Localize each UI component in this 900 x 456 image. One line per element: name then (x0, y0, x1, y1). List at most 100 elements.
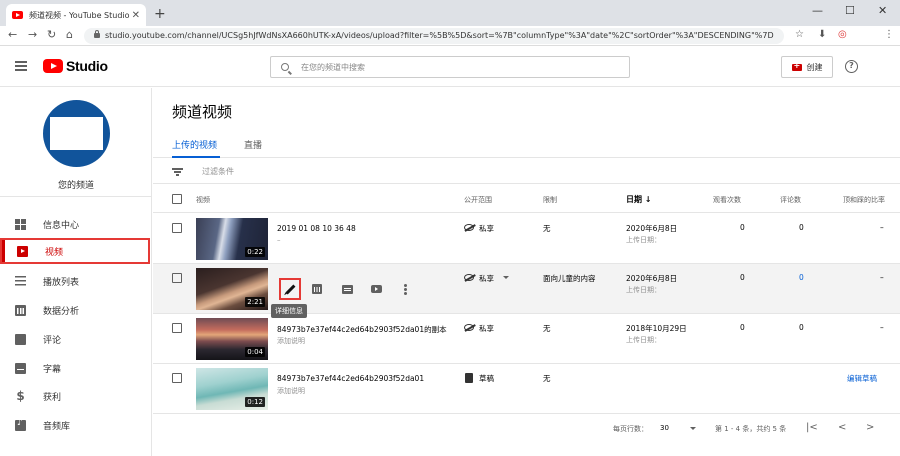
new-tab-button[interactable]: + (154, 6, 166, 22)
sidebar-item-audio-library[interactable]: 音频库 (0, 412, 150, 438)
search-input[interactable]: 在您的频道中搜索 (270, 56, 630, 78)
column-header-views[interactable]: 观看次数 (713, 195, 741, 205)
studio-header: Studio 在您的频道中搜索 创建 ? (0, 47, 900, 87)
comments-value[interactable]: 0 (799, 273, 804, 282)
video-icon (17, 245, 28, 257)
filter-bar[interactable]: 过滤条件 (153, 159, 900, 184)
video-thumbnail[interactable]: 2:21 (196, 268, 268, 310)
sidebar-item-label: 数据分析 (43, 306, 80, 317)
table-row[interactable]: 0:22 2019 01 08 10 36 48 – 私享 无 2020年6月8… (153, 214, 900, 264)
rows-per-page-select[interactable]: 30 (660, 424, 669, 432)
visibility-value: 私享 (479, 324, 494, 333)
tab-bar: 上传的视频 直播 (153, 132, 900, 158)
first-page-button[interactable]: |< (806, 422, 818, 433)
sidebar-item-dashboard[interactable]: 信息中心 (0, 211, 150, 237)
next-page-button[interactable]: > (866, 422, 874, 433)
sidebar-item-analytics[interactable]: 数据分析 (0, 297, 150, 323)
row-checkbox[interactable] (172, 223, 182, 233)
sidebar-item-label: 评论 (43, 335, 62, 346)
table-row[interactable]: 0:12 84973b7e37ef44c2ed64b2903f52da01 添加… (153, 364, 900, 414)
logo-text: Studio (66, 58, 108, 74)
filter-input[interactable]: 过滤条件 (202, 166, 234, 177)
rows-per-page-dropdown-icon[interactable] (690, 427, 696, 430)
more-options-icon (403, 287, 407, 291)
video-description[interactable]: 添加说明 (277, 386, 305, 396)
restriction-value: 无 (543, 324, 551, 333)
sidebar-item-monetization[interactable]: $ 获利 (0, 383, 150, 409)
column-header-likes[interactable]: 顶和踩的比率 (843, 195, 885, 205)
table-row[interactable]: 2:21 详细信息 私享 面向儿童的内容 2020年6月8日 上传日期： 0 0… (153, 264, 900, 318)
table-header: 视频 公开范围 限制 日期 ↓ 观看次数 评论数 顶和踩的比率 (153, 185, 900, 213)
window-close-button[interactable]: ✕ (878, 4, 887, 17)
sidebar-item-subtitles[interactable]: 字幕 (0, 355, 150, 381)
video-description[interactable]: 添加说明 (277, 336, 305, 346)
visibility-value[interactable]: 私享 (479, 273, 494, 284)
tab-uploads[interactable]: 上传的视频 (172, 138, 217, 151)
video-duration: 0:22 (245, 247, 265, 257)
search-placeholder: 在您的频道中搜索 (301, 62, 365, 72)
restriction-value: 无 (543, 374, 551, 383)
comments-button[interactable] (336, 278, 358, 300)
restriction-value: 无 (543, 224, 551, 233)
tab-close-icon[interactable]: ✕ (132, 10, 140, 21)
row-checkbox[interactable] (172, 373, 182, 383)
edit-draft-link[interactable]: 编辑草稿 (847, 373, 877, 384)
reload-button[interactable]: ↻ (47, 28, 56, 41)
visibility-value: 私享 (479, 224, 494, 233)
video-thumbnail[interactable]: 0:22 (196, 218, 268, 260)
view-on-youtube-button[interactable] (365, 278, 387, 300)
column-header-visibility[interactable]: 公开范围 (464, 195, 492, 205)
column-header-date[interactable]: 日期 ↓ (626, 194, 652, 205)
url-field[interactable]: studio.youtube.com/channel/UCSg5hJfWdNsX… (84, 28, 784, 44)
channel-name: 您的频道 (57, 181, 94, 191)
rows-per-page-label: 每页行数： (613, 425, 648, 433)
sidebar-item-label: 音频库 (43, 421, 71, 432)
extension-icon[interactable]: ◎ (838, 29, 847, 40)
likes-value: – (880, 323, 884, 332)
row-checkbox[interactable] (172, 273, 182, 283)
playlist-icon (15, 275, 26, 287)
browser-menu-icon[interactable]: ⋮ (884, 29, 894, 40)
channel-avatar[interactable] (43, 100, 110, 167)
row-checkbox[interactable] (172, 323, 182, 333)
sidebar-item-comments[interactable]: 评论 (0, 326, 150, 352)
home-button[interactable]: ⌂ (66, 28, 73, 41)
video-title[interactable]: 2019 01 08 10 36 48 (277, 224, 356, 233)
minimize-button[interactable]: — (812, 4, 823, 17)
visibility-dropdown-icon[interactable] (503, 276, 509, 279)
download-icon[interactable]: ⬇ (818, 29, 826, 40)
tab-live[interactable]: 直播 (244, 138, 262, 151)
filter-icon[interactable] (172, 168, 183, 176)
column-header-restrictions[interactable]: 限制 (543, 195, 557, 205)
comment-icon (341, 284, 353, 294)
forward-button[interactable]: → (28, 28, 37, 41)
select-all-checkbox[interactable] (172, 194, 182, 204)
options-button[interactable] (394, 278, 416, 300)
video-title[interactable]: 84973b7e37ef44c2ed64b2903f52da01 (277, 374, 424, 383)
help-icon[interactable]: ? (845, 60, 858, 73)
video-thumbnail[interactable]: 0:12 (196, 368, 268, 410)
browser-tabstrip: 频道视频 - YouTube Studio ✕ + — ☐ ✕ (0, 0, 900, 26)
back-button[interactable]: ← (8, 28, 17, 41)
subtitle-icon (15, 362, 26, 374)
video-duration: 0:04 (245, 347, 265, 357)
menu-hamburger-icon[interactable] (15, 61, 27, 71)
analytics-button[interactable] (306, 278, 328, 300)
private-eye-icon (464, 324, 474, 331)
bookmark-star-icon[interactable]: ☆ (795, 29, 804, 40)
tab-title: 频道视频 - YouTube Studio (29, 10, 130, 20)
studio-logo[interactable]: Studio (43, 58, 108, 74)
video-description: – (277, 236, 281, 244)
sidebar-item-playlists[interactable]: 播放列表 (0, 268, 150, 294)
date-sub-label: 上传日期： (626, 286, 661, 294)
browser-tab[interactable]: 频道视频 - YouTube Studio ✕ (6, 4, 146, 26)
details-button[interactable] (279, 278, 301, 300)
maximize-button[interactable]: ☐ (845, 4, 855, 17)
column-header-comments[interactable]: 评论数 (780, 195, 801, 205)
create-button[interactable]: 创建 (781, 56, 833, 78)
table-row[interactable]: 0:04 84973b7e37ef44c2ed64b2903f52da01的副本… (153, 314, 900, 364)
video-thumbnail[interactable]: 0:04 (196, 318, 268, 360)
video-title[interactable]: 84973b7e37ef44c2ed64b2903f52da01的副本 (277, 324, 447, 335)
sidebar-item-videos[interactable]: 视频 (0, 238, 150, 264)
prev-page-button[interactable]: < (838, 422, 846, 433)
